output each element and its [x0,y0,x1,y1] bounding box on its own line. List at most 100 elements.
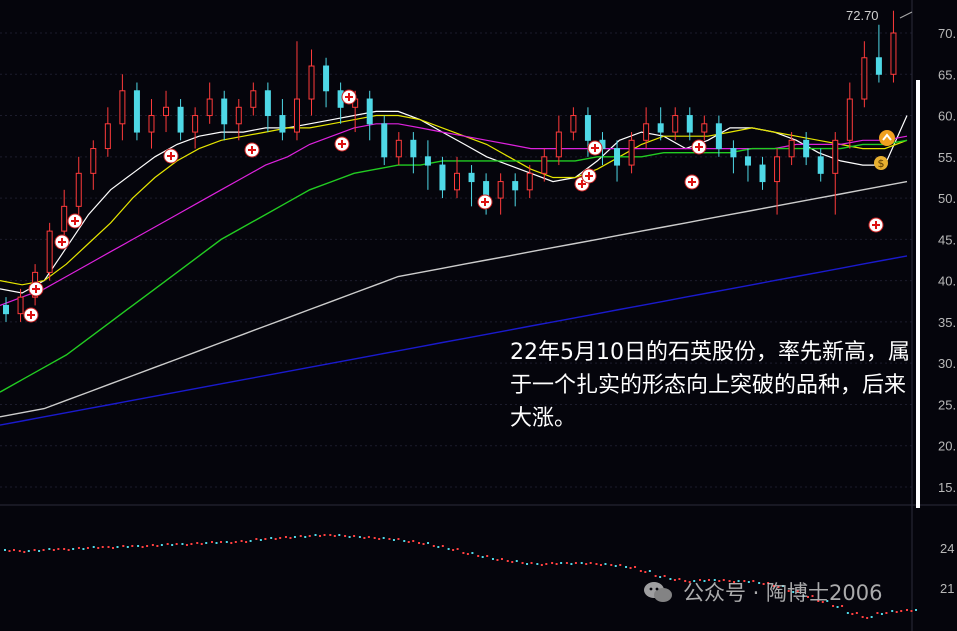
indicator-dot [540,564,543,566]
indicator-dot [486,555,489,557]
indicator-dot [249,540,252,542]
indicator-dot [585,563,588,565]
high-pointer [899,11,913,19]
indicator-dot [205,542,208,544]
indicator-dot [122,545,125,547]
candle-body [104,123,111,150]
candle-body [264,90,271,117]
indicator-dot [230,542,233,544]
indicator-dot [634,566,637,568]
candle-body [686,115,693,133]
indicator-dot [137,545,140,547]
candle-body [293,98,300,133]
indicator-dot [432,545,435,547]
indicator-panel [4,11,917,619]
indicator-dot [353,535,356,537]
candle-body [584,115,591,141]
indicator-dot [466,553,469,555]
indicator-dot [574,562,577,564]
candle-body [788,139,795,158]
price-tick-label: 50. [938,191,956,206]
price-tick-label: 15. [938,480,956,495]
candle-body [46,230,53,273]
indicator-dot [500,558,503,560]
candles [3,10,897,322]
price-tick-label: 35. [938,315,956,330]
indicator-dot [392,539,395,541]
indicator-dot [388,538,391,540]
price-tick-label: 25. [938,397,956,412]
indicator-dot [496,559,499,561]
candle-body [803,139,810,158]
indicator-dot [462,552,465,554]
candle-body [817,156,824,174]
indicator-dot [259,539,262,541]
indicator-dot [344,535,347,537]
indicator-dot [112,547,115,549]
indicator-dot [245,541,248,543]
candle-body [148,115,155,133]
indicator-dot [506,560,509,562]
ma-line-2 [0,123,908,306]
indicator-dot [570,563,573,565]
indicator-dot [910,610,913,612]
indicator-dot [86,547,89,549]
indicator-dot [314,534,317,536]
candle-body [17,296,24,315]
indicator-dot [437,546,440,548]
indicator-dot [220,541,223,543]
indicator-dot [471,552,474,554]
candle-body [61,205,68,232]
indicator-dot [639,570,642,572]
indicator-dot [42,549,45,551]
indicator-dot [491,558,494,560]
indicator-dot [610,564,613,566]
indicator-dot [855,612,858,614]
indicator-dot [560,562,563,564]
indicator-dot [397,538,400,540]
candle-body [759,164,766,183]
indicator-dot [363,537,366,539]
indicator-dot [358,536,361,538]
indicator-dot [181,543,184,545]
indicator-dot [589,562,592,564]
indicator-dot [885,612,888,614]
indicator-dot [27,550,30,552]
indicator-dot [851,613,854,615]
indicator-dot [38,550,41,552]
candle-body [512,181,519,191]
indicator-dot [323,534,326,536]
indicator-dot [240,540,243,542]
indicator-dot [293,536,296,538]
indicator-tick-label: 24 [940,541,954,556]
indicator-dot [530,562,533,564]
signal-markers: $ [23,89,895,323]
indicator-dot [200,543,203,545]
candle-body [701,123,708,133]
indicator-dot [551,562,554,564]
indicator-dot [319,535,322,537]
candle-body [672,115,679,133]
indicator-dot [876,612,879,614]
price-tick-label: 40. [938,274,956,289]
indicator-dot [151,544,154,546]
indicator-dot [880,613,883,615]
price-tick-label: 45. [938,232,956,247]
candle-body [395,139,402,158]
indicator-dot [67,549,70,551]
stock-chart: $ 70. 65. 60. 55. 50. 45. 40. 35. 30. 25. 20. 15. 24… [0,0,957,631]
price-tick-label: 60. [938,109,956,124]
indicator-dot [891,610,894,612]
indicator-dot [156,545,159,547]
indicator-dot [906,609,908,611]
indicator-dot [23,551,26,553]
indicator-dot [348,536,351,538]
indicator-dot [456,548,459,550]
candle-body [555,131,562,158]
indicator-dot [116,546,119,548]
indicator-dot [225,541,228,543]
indicator-dot [521,562,524,564]
indicator-dot [264,538,267,540]
indicator-dot [77,547,80,549]
indicator-dot [373,537,376,539]
